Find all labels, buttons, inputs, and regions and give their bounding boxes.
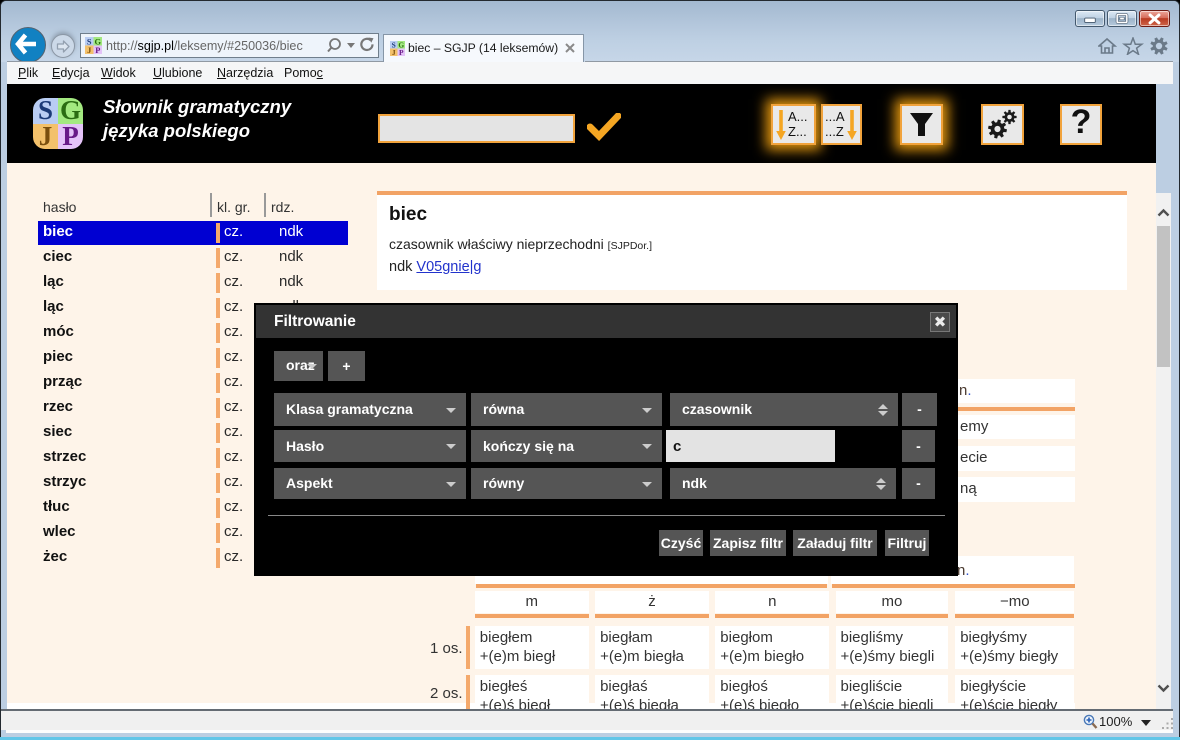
svg-text:...A: ...A bbox=[825, 109, 845, 124]
svg-text:J: J bbox=[392, 48, 396, 56]
svg-text:A...: A... bbox=[788, 109, 808, 124]
svg-text:P: P bbox=[95, 46, 100, 54]
svg-text:J: J bbox=[87, 46, 91, 54]
svg-text:P: P bbox=[399, 48, 404, 56]
svg-text:...Z: ...Z bbox=[825, 124, 844, 139]
svg-text:Z...: Z... bbox=[788, 124, 807, 139]
